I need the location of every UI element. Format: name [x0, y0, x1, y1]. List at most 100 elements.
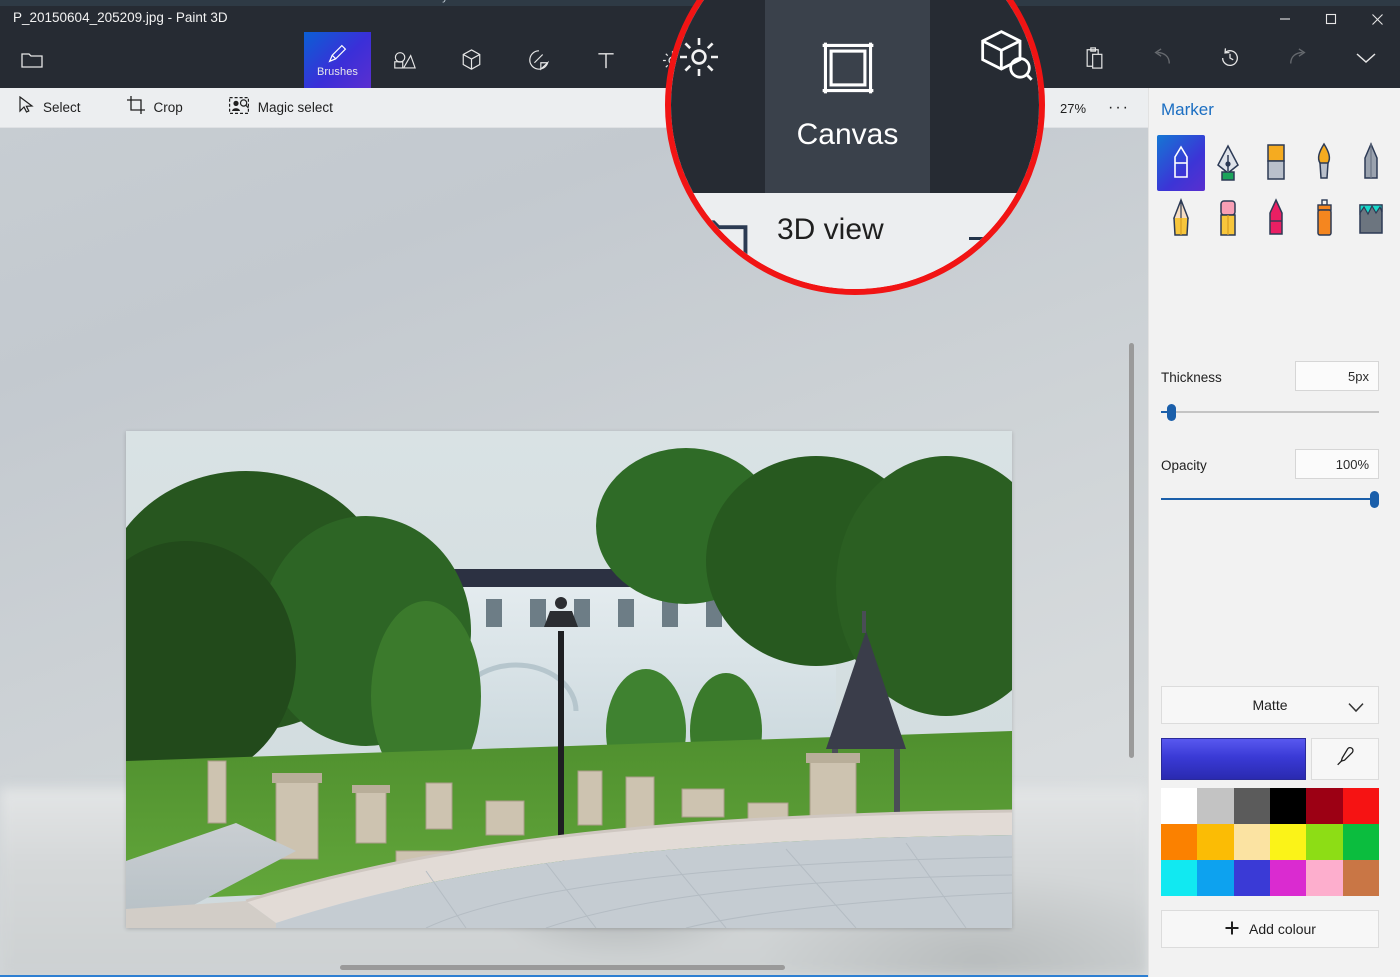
brush-oil-brush[interactable] — [1252, 135, 1300, 191]
tool-3d-shapes[interactable] — [438, 32, 505, 88]
swatch-15[interactable] — [1269, 860, 1307, 896]
magnified-folder-icon[interactable] — [693, 215, 749, 264]
plus-icon — [1224, 920, 1240, 939]
eyedropper-button[interactable] — [1311, 738, 1379, 780]
tool-brushes[interactable]: Brushes — [304, 32, 371, 88]
brush-grid — [1157, 135, 1395, 247]
fill-bucket-icon — [1359, 204, 1383, 234]
select-button[interactable]: Select — [6, 88, 93, 128]
magnified-3d-view-label[interactable]: 3D view — [777, 213, 884, 247]
current-colour-preview[interactable] — [1161, 738, 1306, 780]
more-options-button[interactable] — [1332, 32, 1400, 88]
add-colour-button[interactable]: Add colour — [1161, 910, 1379, 948]
clipboard-icon — [1085, 46, 1104, 74]
thickness-value[interactable]: 5px — [1295, 361, 1379, 391]
swatch-1[interactable] — [1197, 788, 1234, 824]
maximize-button[interactable] — [1308, 6, 1354, 32]
select-label: Select — [43, 100, 81, 115]
magic-select-label: Magic select — [257, 100, 333, 115]
swatch-5[interactable] — [1342, 788, 1379, 824]
menu-item-file[interactable]: File — [60, 0, 78, 3]
opacity-slider-knob[interactable] — [1370, 491, 1379, 508]
menu-item-paint[interactable]: Paint — [255, 0, 280, 3]
brush-eraser[interactable] — [1205, 191, 1253, 247]
menu-item-effects[interactable]: Effects — [530, 0, 563, 3]
history-button[interactable] — [1196, 32, 1264, 88]
brush-crayon[interactable] — [1252, 191, 1300, 247]
opacity-slider[interactable] — [1161, 491, 1379, 508]
brush-properties-panel: Marker Thickness 5px Opacity 100% Matte … — [1148, 88, 1400, 977]
swatch-16[interactable] — [1306, 860, 1343, 896]
opacity-value[interactable]: 100% — [1295, 449, 1379, 479]
swatch-7[interactable] — [1197, 824, 1234, 860]
brush-spray-can[interactable] — [1300, 191, 1348, 247]
history-icon — [1219, 47, 1241, 74]
material-dropdown[interactable]: Matte — [1161, 686, 1379, 724]
menu-item-layers[interactable]: Layers — [430, 0, 463, 3]
swatch-17[interactable] — [1342, 860, 1379, 896]
menu-item-art-tools[interactable]: Art tools — [150, 0, 190, 3]
swatch-9[interactable] — [1269, 824, 1307, 860]
chevron-down-icon — [1355, 51, 1377, 70]
undo-button[interactable] — [1128, 32, 1196, 88]
undo-icon — [1151, 47, 1173, 73]
swatch-3[interactable] — [1269, 788, 1307, 824]
cursor-icon — [18, 95, 34, 119]
eyedropper-icon — [1334, 746, 1356, 773]
menu-item-view[interactable]: View — [345, 0, 369, 3]
brush-marker[interactable] — [1157, 135, 1205, 191]
swatch-6[interactable] — [1161, 824, 1198, 860]
command-bar-more-button[interactable]: ··· — [1108, 99, 1148, 117]
close-button[interactable] — [1354, 6, 1400, 32]
vertical-scrollbar[interactable] — [1129, 343, 1134, 758]
watercolor-brush-icon — [1317, 142, 1330, 179]
swatch-13[interactable] — [1197, 860, 1234, 896]
crop-button[interactable]: Crop — [115, 88, 195, 128]
magnified-effects-sun-icon[interactable] — [677, 35, 721, 84]
pixel-pen-icon — [1364, 142, 1378, 179]
magnified-menu-divider — [969, 237, 1015, 240]
tool-stickers[interactable] — [505, 32, 572, 88]
swatch-12[interactable] — [1161, 860, 1198, 896]
magnified-3d-library-icon[interactable] — [977, 27, 1035, 88]
brush-fill-bucket[interactable] — [1347, 191, 1395, 247]
zoom-level[interactable]: 27% — [1060, 101, 1108, 116]
window-title: P_20150604_205209.jpg - Paint 3D — [13, 10, 228, 25]
menu-button[interactable] — [0, 32, 64, 88]
thickness-slider-knob[interactable] — [1167, 404, 1176, 421]
swatch-11[interactable] — [1342, 824, 1379, 860]
swatch-10[interactable] — [1306, 824, 1343, 860]
brush-pencil[interactable] — [1157, 191, 1205, 247]
swatch-2[interactable] — [1233, 788, 1270, 824]
panel-title: Marker — [1161, 100, 1214, 119]
brush-calligraphy-pen[interactable] — [1205, 135, 1253, 191]
redo-button[interactable] — [1264, 32, 1332, 88]
swatch-4[interactable] — [1306, 788, 1343, 824]
magnified-canvas-button[interactable]: Canvas — [765, 0, 930, 193]
swatch-0[interactable] — [1161, 788, 1198, 824]
2d-shapes-icon — [393, 49, 416, 71]
canvas-icon — [817, 37, 879, 104]
paste-button[interactable] — [1060, 32, 1128, 88]
horizontal-scrollbar[interactable] — [340, 965, 785, 970]
add-colour-label: Add colour — [1249, 921, 1316, 937]
magnified-canvas-button-label: Canvas — [796, 117, 899, 151]
magnifier-callout: Canvas Canvas — [665, 0, 1045, 295]
brush-pixel-pen[interactable] — [1347, 135, 1395, 191]
stickers-icon — [528, 49, 550, 71]
swatch-14[interactable] — [1233, 860, 1270, 896]
tool-2d-shapes[interactable] — [371, 32, 438, 88]
magic-select-button[interactable]: Magic select — [217, 88, 345, 128]
brush-watercolor[interactable] — [1300, 135, 1348, 191]
thickness-slider[interactable] — [1161, 404, 1379, 421]
canvas-image[interactable] — [126, 431, 1012, 928]
crop-icon — [126, 96, 145, 119]
minimize-button[interactable] — [1262, 6, 1308, 32]
tool-text[interactable] — [572, 32, 639, 88]
menu-item-3d[interactable]: 3D — [640, 0, 654, 3]
pencil-icon — [1172, 198, 1189, 236]
crayon-icon — [1269, 198, 1283, 235]
thickness-slider-track — [1161, 411, 1379, 413]
window-controls — [1262, 6, 1400, 32]
swatch-8[interactable] — [1233, 824, 1270, 860]
